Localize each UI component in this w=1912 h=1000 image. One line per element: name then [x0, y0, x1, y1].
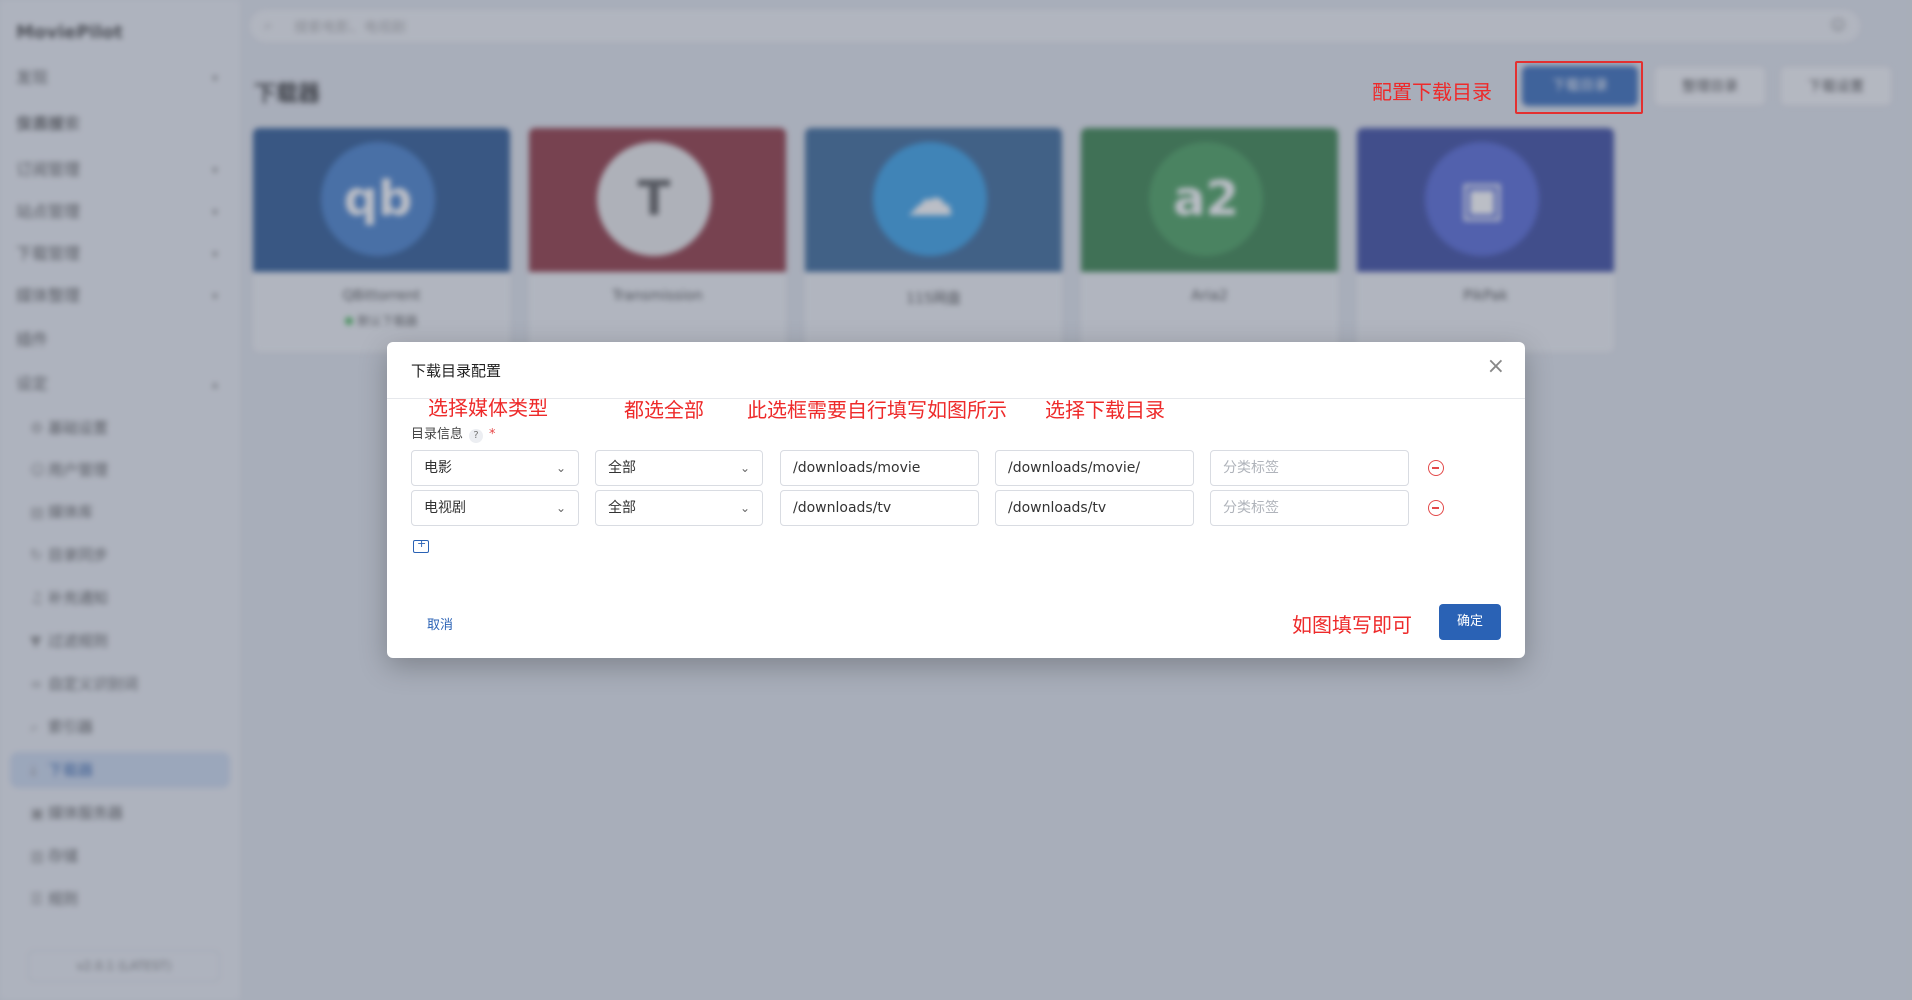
field-label: 目录信息? * [411, 423, 496, 443]
annotation-download-dir: 选择下载目录 [1045, 398, 1165, 422]
help-icon[interactable]: ? [469, 429, 484, 443]
select-value: 全部 [608, 460, 636, 476]
select-value: 电影 [424, 460, 452, 476]
annotation-select-all: 都选全部 [624, 398, 704, 422]
select-value: 电视剧 [424, 500, 466, 516]
dialog-header: 下载目录配置 × [387, 342, 1525, 399]
download-path-input[interactable]: /downloads/tv [780, 490, 979, 526]
remove-row-icon[interactable] [1428, 500, 1444, 516]
annotation-media-type: 选择媒体类型 [428, 396, 548, 420]
select-value: 全部 [608, 500, 636, 516]
highlight-box [1515, 61, 1643, 114]
download-path-input[interactable]: /downloads/movie [780, 450, 979, 486]
chevron-down-icon: ⌄ [739, 461, 750, 475]
annotation-configure-dir: 配置下载目录 [1372, 80, 1492, 104]
confirm-button[interactable]: 确定 [1439, 604, 1501, 640]
library-path-input[interactable]: /downloads/movie/ [995, 450, 1194, 486]
media-type-select[interactable]: 电影 ⌄ [411, 450, 579, 486]
category-select[interactable]: 全部 ⌄ [595, 490, 763, 526]
add-folder-icon[interactable] [413, 537, 429, 553]
annotation-fill-as-shown: 如图填写即可 [1292, 613, 1412, 637]
category-select[interactable]: 全部 ⌄ [595, 450, 763, 486]
field-label-text: 目录信息 [411, 427, 464, 442]
annotation-fill-in: 此选框需要自行填写如图所示 [747, 398, 1007, 422]
required-mark: * [489, 427, 496, 442]
cancel-button[interactable]: 取消 [427, 614, 453, 633]
close-icon[interactable]: × [1487, 356, 1505, 378]
dialog-title: 下载目录配置 [411, 362, 502, 380]
chevron-down-icon: ⌄ [555, 501, 566, 515]
chevron-down-icon: ⌄ [739, 501, 750, 515]
tag-input[interactable]: 分类标签 [1210, 450, 1409, 486]
tag-input[interactable]: 分类标签 [1210, 490, 1409, 526]
remove-row-icon[interactable] [1428, 460, 1444, 476]
chevron-down-icon: ⌄ [555, 461, 566, 475]
media-type-select[interactable]: 电视剧 ⌄ [411, 490, 579, 526]
library-path-input[interactable]: /downloads/tv [995, 490, 1194, 526]
